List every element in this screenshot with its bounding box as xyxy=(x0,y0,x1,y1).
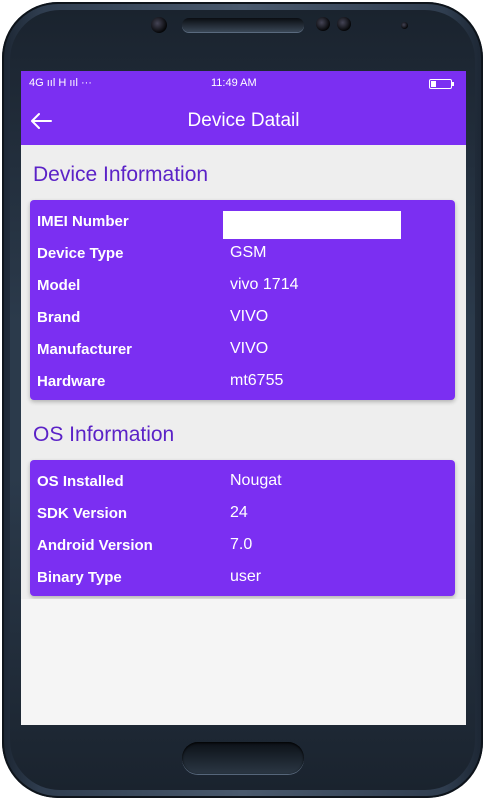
info-row-os-installed: OS Installed Nougat xyxy=(30,465,455,497)
info-label: Binary Type xyxy=(37,569,122,586)
info-value: 24 xyxy=(230,504,248,521)
info-row-device-type: Device Type GSM xyxy=(30,237,455,269)
empty-area xyxy=(21,599,466,725)
info-row-brand: Brand VIVO xyxy=(30,301,455,333)
info-row-imei: IMEI Number xyxy=(30,205,455,239)
app-toolbar: Device Datail xyxy=(21,97,466,145)
info-value: GSM xyxy=(230,244,267,261)
info-value: user xyxy=(230,568,262,585)
sensor-icon xyxy=(316,17,330,31)
screen: 4G ııl H ııl ··· 11:49 AM Device Datail … xyxy=(21,71,466,725)
os-information-card: OS Installed Nougat SDK Version 24 Andro… xyxy=(30,460,455,596)
status-bar-signal: 4G ııl H ııl ··· xyxy=(29,77,92,89)
info-row-manufacturer: Manufacturer VIVO xyxy=(30,333,455,365)
info-label: SDK Version xyxy=(37,505,128,522)
os-information-title: OS Information xyxy=(33,423,175,446)
info-label: Manufacturer xyxy=(37,341,133,358)
info-row-binary-type: Binary Type user xyxy=(30,561,455,593)
device-information-title: Device Information xyxy=(33,163,209,186)
info-row-model: Model vivo 1714 xyxy=(30,269,455,301)
imei-value-box xyxy=(223,211,401,239)
proximity-sensor-icon xyxy=(401,22,408,29)
info-label: Model xyxy=(37,277,81,294)
info-value: VIVO xyxy=(230,340,269,357)
battery-icon xyxy=(429,78,455,93)
sensor-icon xyxy=(337,17,351,31)
info-row-android-version: Android Version 7.0 xyxy=(30,529,455,561)
info-label: Hardware xyxy=(37,373,106,390)
info-row-sdk-version: SDK Version 24 xyxy=(30,497,455,529)
info-value: 7.0 xyxy=(230,536,253,553)
info-label: Device Type xyxy=(37,245,124,262)
home-button[interactable] xyxy=(182,742,304,774)
earpiece-speaker xyxy=(182,18,304,32)
device-information-card: IMEI Number Device Type GSM Model vivo 1… xyxy=(30,200,455,400)
info-value: Nougat xyxy=(230,472,282,489)
info-label: Android Version xyxy=(37,537,153,554)
info-label: Brand xyxy=(37,309,81,326)
info-row-hardware: Hardware mt6755 xyxy=(30,365,455,397)
status-bar: 4G ııl H ııl ··· 11:49 AM xyxy=(21,71,466,97)
info-value: VIVO xyxy=(230,308,269,325)
front-camera-icon xyxy=(151,17,167,33)
content-area: Device Information IMEI Number Device Ty… xyxy=(21,145,466,599)
page-title: Device Datail xyxy=(187,110,300,131)
info-value: vivo 1714 xyxy=(230,276,299,293)
info-label: IMEI Number xyxy=(37,213,129,230)
info-label: OS Installed xyxy=(37,473,124,490)
info-value: mt6755 xyxy=(230,372,284,389)
status-bar-time: 11:49 AM xyxy=(211,77,257,89)
phone-frame: 4G ııl H ııl ··· 11:49 AM Device Datail … xyxy=(0,0,485,800)
